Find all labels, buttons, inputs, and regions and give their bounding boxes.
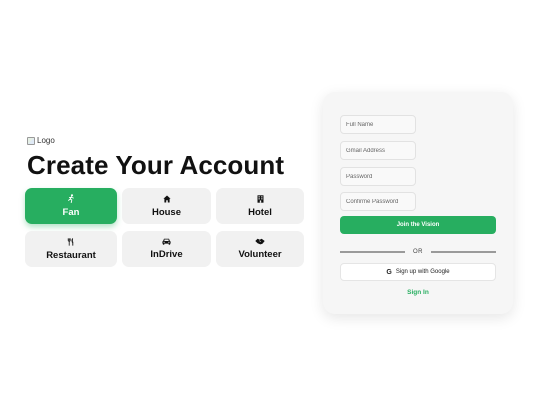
email-input[interactable] bbox=[340, 141, 416, 160]
role-volunteer[interactable]: Volunteer bbox=[216, 231, 304, 267]
role-fan[interactable]: Fan bbox=[25, 188, 117, 224]
house-icon bbox=[162, 195, 171, 205]
role-label: Hotel bbox=[248, 206, 272, 218]
broken-image-icon bbox=[27, 136, 35, 145]
sign-in-link[interactable]: Sign In bbox=[340, 289, 496, 296]
role-hotel[interactable]: Hotel bbox=[216, 188, 304, 224]
role-indrive[interactable]: InDrive bbox=[122, 231, 211, 267]
join-button[interactable]: Join the Vision bbox=[340, 216, 496, 234]
building-icon bbox=[257, 194, 264, 205]
role-label: Fan bbox=[62, 207, 80, 218]
or-divider: OR bbox=[340, 248, 496, 256]
google-icon: G bbox=[386, 268, 392, 276]
role-house[interactable]: House bbox=[122, 188, 211, 224]
google-signup-button[interactable]: G Sign up with Google bbox=[340, 263, 496, 281]
divider-line bbox=[340, 251, 405, 253]
full-name-input[interactable] bbox=[340, 115, 416, 134]
logo: Logo bbox=[27, 136, 55, 145]
role-label: Volunteer bbox=[238, 249, 282, 260]
logo-alt-text: Logo bbox=[37, 136, 55, 145]
signup-panel: Join the Vision OR G Sign up with Google… bbox=[323, 92, 513, 314]
car-icon bbox=[162, 238, 171, 247]
google-button-label: Sign up with Google bbox=[395, 269, 450, 275]
utensils-icon bbox=[67, 237, 75, 248]
password-input[interactable] bbox=[340, 167, 416, 186]
role-label: House bbox=[151, 206, 182, 218]
role-selector: Fan House Hotel Restaurant InDrive Volun… bbox=[25, 188, 304, 267]
role-label: InDrive bbox=[150, 249, 183, 260]
divider-line bbox=[431, 251, 496, 253]
running-person-icon bbox=[67, 194, 75, 205]
page-title: Create Your Account bbox=[27, 150, 285, 180]
divider-text: OR bbox=[413, 249, 423, 255]
handshake-icon bbox=[255, 238, 265, 247]
role-label: Restaurant bbox=[46, 249, 96, 261]
role-restaurant[interactable]: Restaurant bbox=[25, 231, 117, 267]
confirm-password-input[interactable] bbox=[340, 192, 416, 211]
